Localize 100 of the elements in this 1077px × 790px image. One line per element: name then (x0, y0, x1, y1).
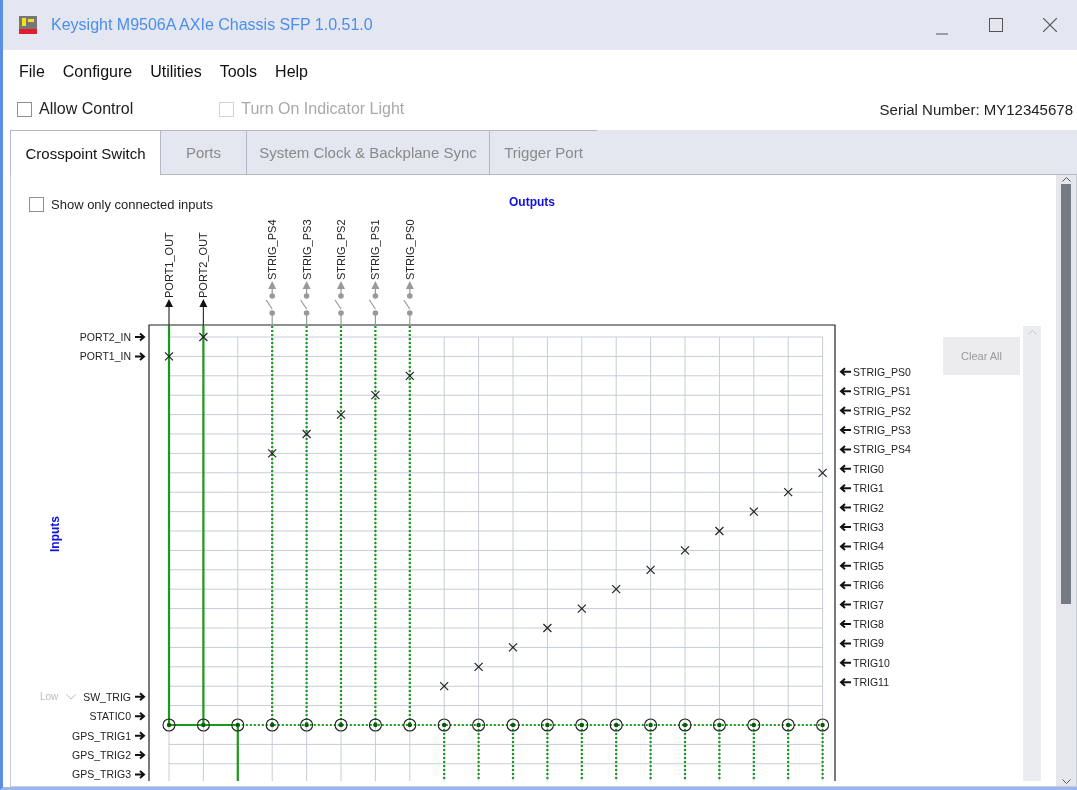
scrollbar[interactable] (1056, 175, 1076, 786)
bus-node[interactable] (265, 718, 279, 732)
output-arrow-icon (199, 299, 208, 327)
bus-node[interactable] (368, 718, 382, 732)
crosspoint-mark[interactable] (164, 351, 174, 361)
bus-node[interactable] (609, 718, 623, 732)
arrow-icon (839, 367, 852, 377)
arrow-icon (134, 731, 146, 741)
close-icon (1043, 18, 1057, 32)
output-label: TRIG10 (853, 656, 890, 669)
checkbox[interactable] (29, 197, 44, 212)
crosspoint-mark[interactable] (542, 623, 552, 633)
arrow-icon (134, 351, 146, 361)
output-label: TRIG8 (853, 618, 884, 630)
input-label: PORT1_IN (79, 350, 131, 363)
output-label: STRIG_PS4 (266, 219, 279, 280)
bus-node[interactable] (403, 718, 417, 732)
bus-node[interactable] (472, 718, 486, 732)
bus-node[interactable] (575, 718, 589, 732)
chevron-up-icon[interactable] (1061, 177, 1071, 182)
menu-item[interactable]: Help (266, 58, 317, 86)
input-label: GPS_TRIG2 (72, 749, 131, 762)
arrow-icon (839, 677, 852, 687)
crosspoint-mark[interactable] (302, 429, 312, 439)
crosspoint-mark[interactable] (267, 448, 277, 458)
bus-node[interactable] (196, 718, 210, 732)
menu-item[interactable]: Tools (210, 58, 267, 86)
scrollbar[interactable] (1023, 326, 1041, 781)
crosspoint-mark[interactable] (336, 410, 346, 420)
bus-node[interactable] (540, 718, 554, 732)
output-label: TRIG6 (853, 579, 884, 592)
input-label: SW_TRIG (83, 690, 131, 703)
arrow-icon (839, 658, 852, 668)
arrow-icon (839, 561, 852, 571)
bus-node[interactable] (678, 718, 692, 732)
menu-item[interactable]: Configure (53, 58, 142, 86)
bus-node[interactable] (437, 718, 451, 732)
tab[interactable]: Crosspoint Switch (10, 130, 160, 175)
scrollbar-thumb[interactable] (1061, 184, 1071, 604)
output-label: STRIG_PS3 (853, 424, 911, 436)
crosspoint-mark[interactable] (749, 507, 759, 517)
crosspoint-mark[interactable] (783, 487, 793, 497)
bus-node[interactable] (644, 718, 658, 732)
window-title: Keysight M9506A AXIe Chassis SFP 1.0.51.0 (51, 16, 374, 34)
arrow-icon (839, 580, 852, 590)
chevron-down-icon (66, 693, 77, 700)
crosspoint-mark[interactable] (405, 371, 415, 381)
serial-number: Serial Number: MY12345678 (879, 101, 1073, 118)
crosspoint-mark[interactable] (714, 526, 724, 536)
bus-node[interactable] (300, 718, 314, 732)
arrow-icon (839, 483, 852, 493)
output-label: STRIG_PS0 (403, 219, 416, 280)
bus-node[interactable] (334, 718, 348, 732)
chevron-up-icon (1027, 330, 1037, 335)
bus-node[interactable] (162, 718, 176, 732)
crosspoint-mark[interactable] (577, 604, 587, 614)
crosspoint-mark[interactable] (370, 390, 380, 400)
crosspoint-mark[interactable] (646, 565, 656, 575)
arrow-icon (839, 406, 852, 416)
checkbox-label: Allow Control (39, 100, 134, 118)
crosspoint-mark[interactable] (680, 545, 690, 555)
arrow-icon (839, 600, 852, 610)
input-label: STATIC0 (89, 710, 131, 723)
bus-node[interactable] (781, 718, 795, 732)
connection-line (236, 725, 239, 781)
checkbox-label: Show only connected inputs (51, 197, 213, 212)
output-label: STRIG_PS0 (853, 365, 911, 378)
output-label: STRIG_PS4 (853, 443, 911, 456)
output-label: TRIG4 (853, 540, 884, 553)
crosspoint-mark[interactable] (198, 332, 208, 342)
bus-node[interactable] (816, 718, 830, 732)
menu-item[interactable]: Utilities (141, 58, 211, 86)
output-label: TRIG3 (853, 521, 884, 533)
bus-node[interactable] (712, 718, 726, 732)
crosspoint-mark[interactable] (439, 681, 449, 691)
crosspoint-mark[interactable] (474, 662, 484, 672)
output-label: TRIG9 (853, 637, 884, 650)
switch-icon (403, 281, 414, 327)
arrow-icon (839, 464, 852, 474)
crosspoint-mark[interactable] (508, 642, 518, 652)
crosspoint-mark[interactable] (611, 584, 621, 594)
arrow-icon (839, 638, 852, 648)
maximize-icon (989, 18, 1003, 32)
bus-node[interactable] (747, 718, 761, 732)
crosspoint-mark[interactable] (818, 468, 828, 478)
arrow-icon (839, 522, 852, 532)
output-label: PORT2_OUT (197, 232, 210, 298)
bus-node[interactable] (506, 718, 520, 732)
checkbox[interactable] (17, 101, 32, 117)
arrow-icon (839, 503, 852, 513)
bus-node[interactable] (231, 718, 245, 732)
output-label: TRIG0 (853, 462, 884, 475)
input-label: PORT2_IN (79, 331, 131, 343)
chevron-down-icon[interactable] (1061, 779, 1071, 784)
checkbox-label: Turn On Indicator Light (241, 100, 405, 118)
outputs-title: Outputs (509, 195, 555, 209)
output-label: STRIG_PS1 (369, 219, 382, 280)
menu-item[interactable]: File (10, 58, 54, 86)
input-label: GPS_TRIG1 (72, 729, 131, 742)
output-label: PORT1_OUT (163, 232, 175, 298)
